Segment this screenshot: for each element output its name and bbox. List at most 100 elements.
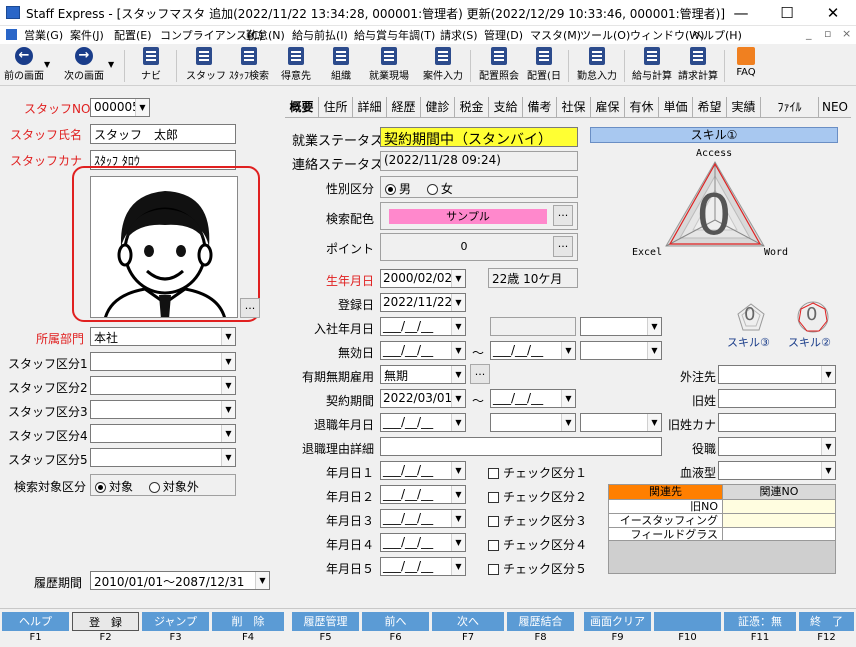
menu-billing[interactable]: 請求(S) xyxy=(440,27,478,43)
check5[interactable]: チェック区分５ xyxy=(488,560,587,577)
ymd1-field[interactable]: ___/__/__ ▼ xyxy=(380,461,466,480)
ymd5-field[interactable]: ___/__/__ ▼ xyxy=(380,557,466,576)
old-name-field[interactable] xyxy=(718,389,836,408)
check4[interactable]: チェック区分４ xyxy=(488,536,587,553)
menu-prepay[interactable]: 給与前払(I) xyxy=(292,27,348,43)
f1-help-button[interactable]: ヘルプ xyxy=(2,612,69,631)
tab-overview[interactable]: 概要 xyxy=(285,97,319,117)
search-target-on-radio[interactable] xyxy=(95,482,106,493)
retire-date-field[interactable]: ___/__/__ ▼ xyxy=(380,413,466,432)
invalid-from-field[interactable]: ___/__/__ ▼ xyxy=(380,341,466,360)
staff-kubun5-select[interactable]: ▼ xyxy=(90,448,236,467)
staff-kubun1-select[interactable]: ▼ xyxy=(90,352,236,371)
outsource-select[interactable]: ▼ xyxy=(718,365,836,384)
related-row-value[interactable] xyxy=(723,527,835,541)
contact-status-field[interactable]: (2022/11/28 09:24) xyxy=(380,151,578,171)
staff-kubun3-select[interactable]: ▼ xyxy=(90,400,236,419)
join-kubun-select[interactable]: ▼ xyxy=(580,317,662,336)
tab-neo[interactable]: NEO xyxy=(819,97,851,117)
f10-button[interactable] xyxy=(654,612,721,631)
menu-payroll[interactable]: 給与賞与年調(T) xyxy=(354,27,435,43)
join-date-field[interactable]: ___/__/__ ▼ xyxy=(380,317,466,336)
gender-male-radio[interactable] xyxy=(385,184,396,195)
position-select[interactable]: ▼ xyxy=(718,437,836,456)
photo-browse-button[interactable]: ... xyxy=(240,298,260,318)
reg-date-field[interactable]: 2022/11/22 ▼ xyxy=(380,293,466,312)
staff-button[interactable]: スタッフ xyxy=(186,47,226,82)
menu-master[interactable]: マスタ(M) xyxy=(530,27,581,43)
point-button[interactable]: ... xyxy=(553,236,573,257)
f4-delete-button[interactable]: 削 除 xyxy=(212,612,284,631)
invalid-kubun-select[interactable]: ▼ xyxy=(580,341,662,360)
ymd4-field[interactable]: ___/__/__ ▼ xyxy=(380,533,466,552)
navi-button[interactable]: ナビ xyxy=(136,47,166,82)
maximize-button[interactable]: ☐ xyxy=(764,0,810,26)
invalid-to-field[interactable]: ___/__/__ ▼ xyxy=(490,341,576,360)
tab-address[interactable]: 住所 xyxy=(319,97,353,117)
f12-exit-button[interactable]: 終 了 xyxy=(799,612,854,631)
attendance-button[interactable]: 勤怠入力 xyxy=(574,47,620,82)
case-entry-button[interactable]: 案件入力 xyxy=(420,47,466,82)
menu-sales[interactable]: 営業(G) xyxy=(24,27,63,43)
tab-social-insurance[interactable]: 社保 xyxy=(557,97,591,117)
chevron-down-icon[interactable]: ▼ xyxy=(108,60,114,69)
menu-case[interactable]: 案件(J) xyxy=(70,27,104,43)
contract-to-field[interactable]: ___/__/__ ▼ xyxy=(490,389,576,408)
f9-clear-button[interactable]: 画面クリア xyxy=(584,612,651,631)
related-row-value[interactable] xyxy=(723,513,835,527)
menu-help[interactable]: ヘルプ(H) xyxy=(692,27,742,43)
next-screen-button[interactable]: → 次の画面 xyxy=(62,47,106,82)
tab-payment[interactable]: 支給 xyxy=(489,97,523,117)
history-period-select[interactable]: 2010/01/01～2087/12/31 ▼ xyxy=(90,571,270,590)
f6-prev-button[interactable]: 前へ xyxy=(362,612,429,631)
skill2-link[interactable]: スキル② xyxy=(788,334,831,350)
menu-tools[interactable]: ツール(O) xyxy=(580,27,630,43)
menu-attendance[interactable]: 勤怠(N) xyxy=(246,27,285,43)
close-button[interactable]: ✕ xyxy=(810,0,856,26)
placement-inquiry-button[interactable]: 配置照会 xyxy=(476,47,522,82)
tab-health[interactable]: 健診 xyxy=(421,97,455,117)
f7-next-button[interactable]: 次へ xyxy=(432,612,504,631)
staff-photo[interactable] xyxy=(90,176,238,318)
menu-placement[interactable]: 配置(E) xyxy=(114,27,152,43)
check2[interactable]: チェック区分２ xyxy=(488,488,587,505)
tab-history[interactable]: 経歴 xyxy=(387,97,421,117)
retire-reason-field[interactable] xyxy=(380,437,662,456)
billing-button[interactable]: 請求計算 xyxy=(676,47,720,82)
f2-register-button[interactable]: 登 録 xyxy=(72,612,139,631)
search-target-off-radio[interactable] xyxy=(148,482,160,493)
staff-search-button[interactable]: ｽﾀｯﾌ検索 xyxy=(226,47,272,82)
birth-date-field[interactable]: 2000/02/02 ▼ xyxy=(380,269,466,288)
retire-kubun-select[interactable]: ▼ xyxy=(580,413,662,432)
staff-no-select[interactable]: 000005 ▼ xyxy=(90,98,150,117)
tab-notes[interactable]: 備考 xyxy=(523,97,557,117)
f3-jump-button[interactable]: ジャンプ xyxy=(142,612,209,631)
tab-tax[interactable]: 税金 xyxy=(455,97,489,117)
search-color-button[interactable]: ... xyxy=(553,205,573,226)
mdi-minimize-icon[interactable]: _ xyxy=(806,27,812,40)
org-button[interactable]: 組織 xyxy=(326,47,356,82)
related-row-value[interactable] xyxy=(723,499,835,513)
staff-name-field[interactable]: スタッフ 太郎 xyxy=(90,124,236,144)
faq-button[interactable]: FAQ xyxy=(732,47,760,78)
term-employment-button[interactable]: ... xyxy=(470,364,490,384)
client-button[interactable]: 得意先 xyxy=(278,47,314,82)
tab-paid-leave[interactable]: 有休 xyxy=(625,97,659,117)
blood-type-select[interactable]: ▼ xyxy=(718,461,836,480)
minimize-button[interactable]: — xyxy=(718,0,764,26)
f11-evidence-button[interactable]: 証憑：無 xyxy=(724,612,796,631)
retire-reason-select[interactable]: ▼ xyxy=(490,413,576,432)
skill3-link[interactable]: スキル③ xyxy=(727,334,770,350)
gender-female-radio[interactable] xyxy=(426,184,438,195)
menu-admin[interactable]: 管理(D) xyxy=(484,27,523,43)
tab-employment-insurance[interactable]: 雇保 xyxy=(591,97,625,117)
payroll-button[interactable]: 給与計算 xyxy=(630,47,674,82)
tab-wish[interactable]: 希望 xyxy=(693,97,727,117)
mdi-restore-icon[interactable]: ▫ xyxy=(824,27,831,40)
placement-day-button[interactable]: 配置(日 xyxy=(524,47,564,82)
check3[interactable]: チェック区分３ xyxy=(488,512,587,529)
check1[interactable]: チェック区分１ xyxy=(488,464,587,481)
employment-status-field[interactable]: 契約期間中（スタンバイ） xyxy=(380,127,578,147)
f8-history-merge-button[interactable]: 履歴結合 xyxy=(507,612,574,631)
staff-kubun2-select[interactable]: ▼ xyxy=(90,376,236,395)
